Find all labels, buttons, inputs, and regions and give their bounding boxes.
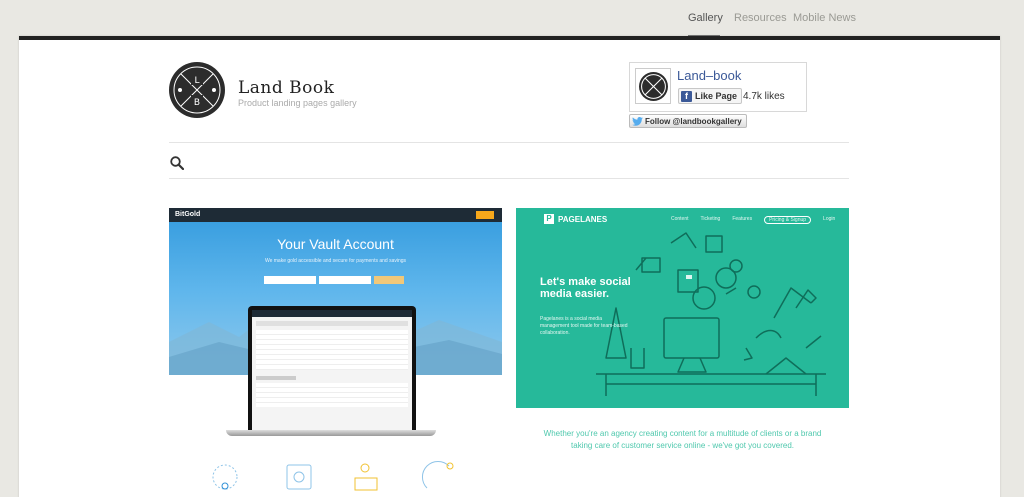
logo-letter-b: B <box>194 98 200 108</box>
site-logo[interactable]: L B <box>169 62 225 118</box>
facebook-widget: Land–book f Like Page 4.7k likes <box>629 62 807 112</box>
pagelanes-body: Pagelanes is a social media management t… <box>540 316 628 336</box>
search-icon[interactable] <box>170 156 184 170</box>
logo-emblem-icon: L B <box>173 66 221 114</box>
gallery-item-bitgold[interactable]: BitGold Your Vault Account We make gold … <box>169 208 502 497</box>
pagelanes-headline: Let's make social media easier. <box>540 276 631 300</box>
laptop-mockup <box>248 306 416 430</box>
twitter-bird-icon <box>632 116 643 126</box>
twitter-follow-button[interactable]: Follow @landbookgallery <box>629 114 747 128</box>
mini-logo-icon <box>639 72 668 101</box>
bitgold-hero-subtitle: We make gold accessible and secure for p… <box>264 258 407 264</box>
twitter-follow-label: Follow @landbookgallery <box>645 116 742 126</box>
main-card: L B Land Book Product landing pages gall… <box>19 36 1000 497</box>
facebook-like-count: 4.7k likes <box>743 91 785 102</box>
bitgold-navbar: BitGold <box>169 208 502 222</box>
pagelanes-hero: P PAGELANES Content Ticketing Features P… <box>516 208 849 408</box>
facebook-like-button[interactable]: f Like Page <box>678 88 743 104</box>
nav-gallery[interactable]: Gallery <box>688 12 723 24</box>
feature-icons <box>212 460 454 491</box>
logo-letter-l: L <box>194 76 199 86</box>
divider-top <box>169 142 849 143</box>
pagelanes-logo: P PAGELANES <box>544 214 607 224</box>
facebook-like-label: Like Page <box>695 91 738 101</box>
bitgold-logo: BitGold <box>175 211 201 218</box>
pagelanes-nav: Content Ticketing Features Pricing & Sig… <box>671 216 836 224</box>
nav-mobile-news[interactable]: Mobile News <box>793 12 856 24</box>
site-title[interactable]: Land Book <box>238 78 334 98</box>
laptop-base <box>226 430 436 436</box>
pagelanes-description: Whether you're an agency creating conten… <box>543 429 822 450</box>
gallery-item-pagelanes[interactable]: P PAGELANES Content Ticketing Features P… <box>516 208 849 497</box>
pagelanes-p-icon: P <box>544 214 554 224</box>
site-subtitle: Product landing pages gallery <box>238 98 357 108</box>
facebook-page-name[interactable]: Land–book <box>677 68 741 83</box>
bitgold-signup-form <box>264 276 404 284</box>
divider-bottom <box>169 178 849 179</box>
top-navigation: Gallery Resources Mobile News <box>0 0 1024 36</box>
bitgold-hero-title: Your Vault Account <box>277 236 394 252</box>
facebook-icon: f <box>681 90 692 102</box>
nav-resources[interactable]: Resources <box>734 12 787 24</box>
facebook-page-thumbnail[interactable] <box>635 68 671 104</box>
